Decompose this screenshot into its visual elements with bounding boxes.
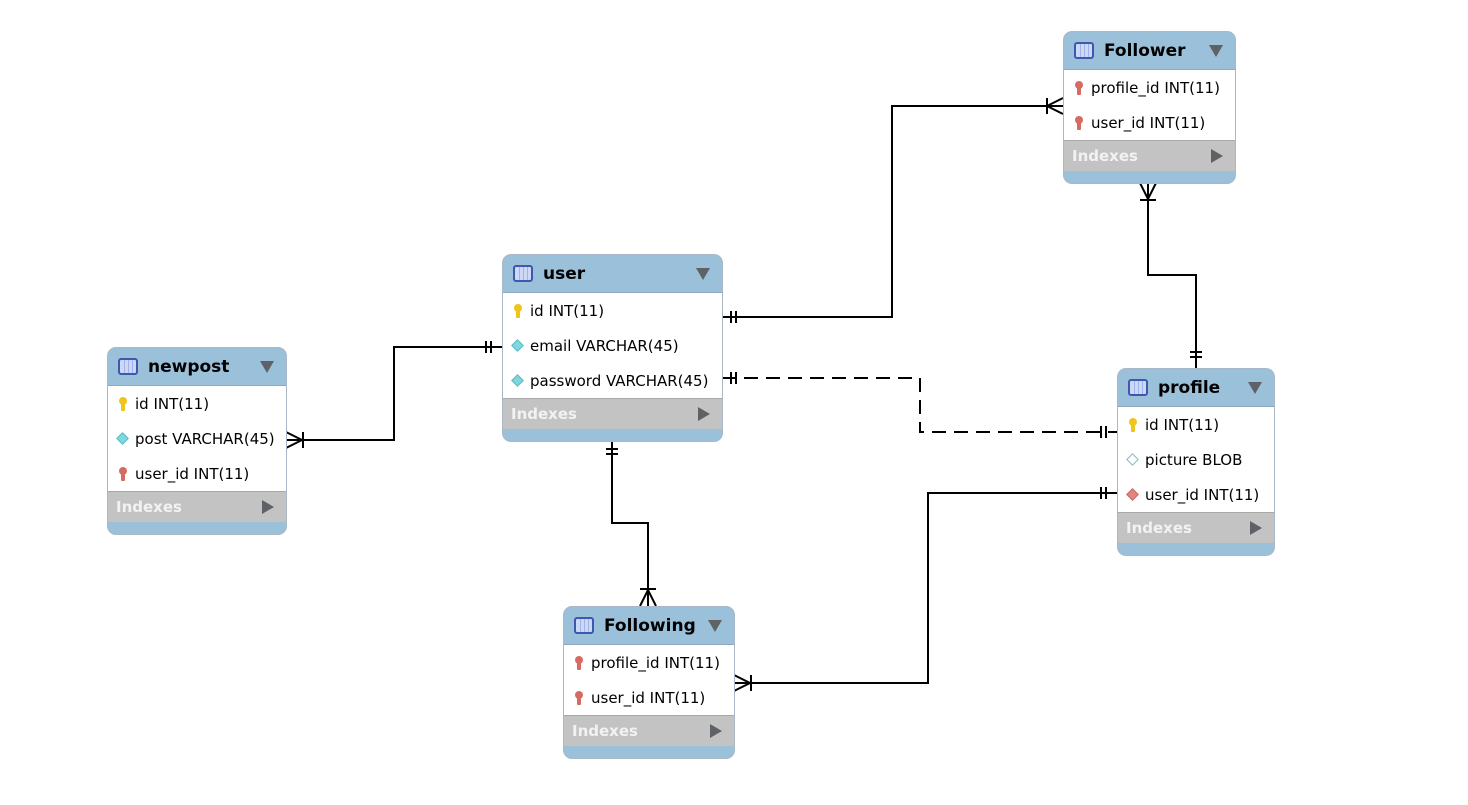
column-label: user_id INT(11)	[1091, 113, 1206, 132]
expand-arrow-icon[interactable]	[710, 724, 722, 738]
column-row[interactable]: post VARCHAR(45)	[108, 421, 286, 456]
indexes-label: Indexes	[1072, 147, 1138, 165]
nullable-diamond-icon	[1127, 453, 1139, 467]
foreign-key-icon	[573, 690, 585, 705]
indexes-section[interactable]: Indexes	[503, 398, 722, 429]
table-icon	[574, 617, 594, 634]
indexes-label: Indexes	[116, 498, 182, 516]
table-footer	[108, 522, 286, 534]
column-label: id INT(11)	[135, 394, 210, 413]
table-name: profile	[1158, 377, 1221, 398]
column-label: user_id INT(11)	[1145, 485, 1260, 504]
table-header[interactable]: user	[503, 255, 722, 292]
column-diamond-icon	[512, 339, 524, 353]
table-profile[interactable]: profile id INT(11) picture BLOB user_id …	[1117, 368, 1275, 556]
column-row[interactable]: picture BLOB	[1118, 442, 1274, 477]
indexes-label: Indexes	[1126, 519, 1192, 537]
column-label: user_id INT(11)	[591, 688, 706, 707]
column-row[interactable]: password VARCHAR(45)	[503, 363, 722, 398]
column-label: email VARCHAR(45)	[530, 336, 679, 355]
column-row[interactable]: user_id INT(11)	[564, 680, 734, 715]
expand-arrow-icon[interactable]	[1250, 521, 1262, 535]
expand-arrow-icon[interactable]	[262, 500, 274, 514]
relationship-user-profile[interactable]	[722, 372, 1117, 438]
column-label: user_id INT(11)	[135, 464, 250, 483]
column-row[interactable]: id INT(11)	[503, 293, 722, 328]
column-row[interactable]: id INT(11)	[1118, 407, 1274, 442]
table-footer	[564, 746, 734, 758]
table-header[interactable]: Follower	[1064, 32, 1235, 69]
table-footer	[503, 429, 722, 441]
relationship-profile-follower[interactable]	[1139, 182, 1202, 368]
table-user[interactable]: user id INT(11) email VARCHAR(45) passwo…	[502, 254, 723, 442]
table-follower[interactable]: Follower profile_id INT(11) user_id INT(…	[1063, 31, 1236, 184]
column-label: post VARCHAR(45)	[135, 429, 275, 448]
table-header[interactable]: newpost	[108, 348, 286, 385]
er-diagram-canvas: Follower profile_id INT(11) user_id INT(…	[0, 0, 1468, 805]
collapse-caret-icon[interactable]	[1209, 45, 1223, 57]
foreign-key-icon	[1073, 80, 1085, 95]
indexes-section[interactable]: Indexes	[1064, 140, 1235, 171]
foreign-key-diamond-icon	[1127, 488, 1139, 502]
table-icon	[1128, 379, 1148, 396]
table-icon	[118, 358, 138, 375]
column-row[interactable]: email VARCHAR(45)	[503, 328, 722, 363]
collapse-caret-icon[interactable]	[1248, 382, 1262, 394]
indexes-section[interactable]: Indexes	[108, 491, 286, 522]
table-icon	[1074, 42, 1094, 59]
relationship-profile-following[interactable]	[733, 487, 1117, 692]
column-label: profile_id INT(11)	[1091, 78, 1220, 97]
table-name: newpost	[148, 356, 230, 377]
column-diamond-icon	[512, 374, 524, 388]
relationship-user-following[interactable]	[606, 440, 657, 607]
table-footer	[1064, 171, 1235, 183]
indexes-label: Indexes	[511, 405, 577, 423]
table-name: user	[543, 263, 586, 284]
foreign-key-icon	[1073, 115, 1085, 130]
table-icon	[513, 265, 533, 282]
collapse-caret-icon[interactable]	[696, 268, 710, 280]
indexes-label: Indexes	[572, 722, 638, 740]
table-name: Follower	[1104, 40, 1186, 61]
relationship-user-follower[interactable]	[722, 97, 1064, 323]
primary-key-icon	[512, 303, 524, 318]
collapse-caret-icon[interactable]	[708, 620, 722, 632]
relationship-user-newpost[interactable]	[285, 341, 502, 449]
expand-arrow-icon[interactable]	[1211, 149, 1223, 163]
expand-arrow-icon[interactable]	[698, 407, 710, 421]
collapse-caret-icon[interactable]	[260, 361, 274, 373]
column-row[interactable]: user_id INT(11)	[108, 456, 286, 491]
table-header[interactable]: profile	[1118, 369, 1274, 406]
table-following[interactable]: Following profile_id INT(11) user_id INT…	[563, 606, 735, 759]
table-newpost[interactable]: newpost id INT(11) post VARCHAR(45) user…	[107, 347, 287, 535]
table-header[interactable]: Following	[564, 607, 734, 644]
column-label: id INT(11)	[530, 301, 605, 320]
column-diamond-icon	[117, 432, 129, 446]
table-name: Following	[604, 615, 696, 636]
column-row[interactable]: profile_id INT(11)	[1064, 70, 1235, 105]
indexes-section[interactable]: Indexes	[1118, 512, 1274, 543]
column-label: picture BLOB	[1145, 450, 1243, 469]
primary-key-icon	[117, 396, 129, 411]
column-label: password VARCHAR(45)	[530, 371, 709, 390]
foreign-key-icon	[117, 466, 129, 481]
column-row[interactable]: user_id INT(11)	[1118, 477, 1274, 512]
column-row[interactable]: profile_id INT(11)	[564, 645, 734, 680]
foreign-key-icon	[573, 655, 585, 670]
indexes-section[interactable]: Indexes	[564, 715, 734, 746]
column-label: profile_id INT(11)	[591, 653, 720, 672]
table-footer	[1118, 543, 1274, 555]
column-label: id INT(11)	[1145, 415, 1220, 434]
column-row[interactable]: user_id INT(11)	[1064, 105, 1235, 140]
primary-key-icon	[1127, 417, 1139, 432]
column-row[interactable]: id INT(11)	[108, 386, 286, 421]
